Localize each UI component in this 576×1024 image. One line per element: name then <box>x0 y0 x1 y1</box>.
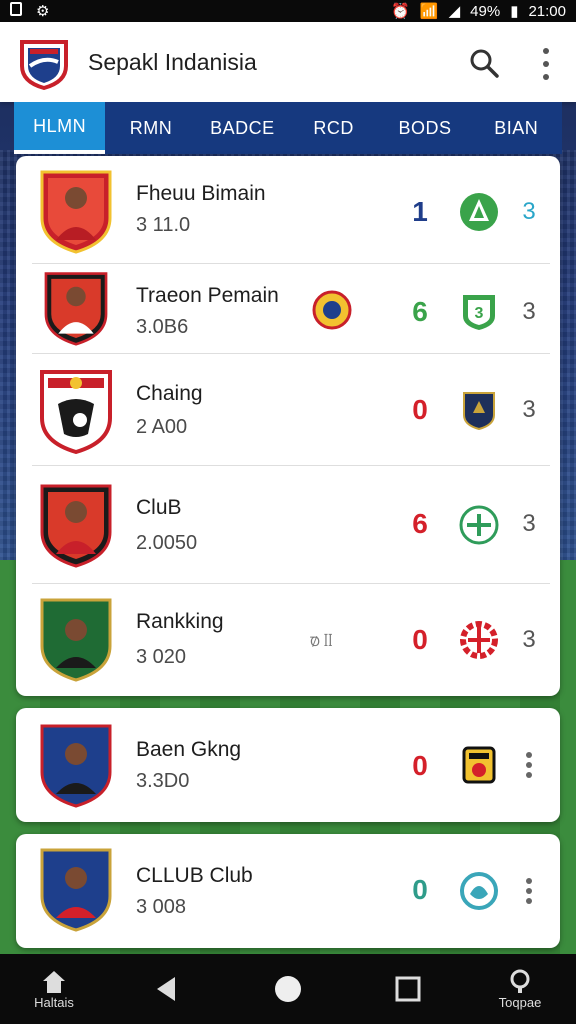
player-crest-icon <box>40 724 112 808</box>
player-stat: 3 11.0 <box>136 214 191 236</box>
player-score: 0 <box>412 624 428 655</box>
tab-bar: HLMN RMN BADCE RCD BODS BIAN <box>14 102 562 154</box>
player-crest-icon <box>40 170 112 254</box>
player-stat: 2 A00 <box>136 416 188 438</box>
nav-profile-label: Toqpae <box>498 994 542 1010</box>
player-rank: 3 <box>522 510 536 537</box>
player-stat: 3.0B6 <box>136 316 189 338</box>
player-stat: 2.0050 <box>136 532 198 554</box>
player-name: Chaing <box>136 382 203 405</box>
battery-icon: ▮ <box>510 3 519 20</box>
tab-bods[interactable]: BODS <box>379 102 470 154</box>
player-card[interactable]: CLLUB Club 3 008 0 <box>16 834 560 948</box>
back-icon <box>157 977 175 1001</box>
player-crest-icon <box>40 370 112 454</box>
player-rank: 3 <box>522 626 536 653</box>
player-crest-icon <box>44 272 108 346</box>
nav-profile[interactable]: Toqpae <box>490 954 550 1024</box>
circle-home-icon <box>275 976 301 1002</box>
notification-icon: ⚙ <box>36 3 50 20</box>
player-score: 0 <box>412 750 428 781</box>
alarm-icon: ⏰ <box>391 3 410 20</box>
player-stat: 3 020 <box>136 646 187 668</box>
app-logo-icon <box>20 40 68 90</box>
recents-icon <box>395 976 421 1002</box>
nav-recents[interactable] <box>388 954 428 1024</box>
player-rank: 3 <box>522 396 536 423</box>
player-crest-icon <box>40 484 112 568</box>
tab-bian[interactable]: BIAN <box>471 102 562 154</box>
player-card[interactable]: Baen Gkng 3.3D0 0 <box>16 708 560 822</box>
player-score: 0 <box>412 394 428 425</box>
player-rank: 3 <box>522 298 536 325</box>
player-name: Fheuu Bimain <box>136 182 266 205</box>
green-hazard-badge-icon <box>460 193 498 231</box>
list-item[interactable]: Chaing 2 A00 0 3 <box>16 354 560 466</box>
player-name: Rankking <box>136 610 224 633</box>
player-rank: 3 <box>522 198 536 225</box>
teal-crest-badge-icon <box>460 872 498 910</box>
green-shield-badge-icon: 3 <box>463 295 495 330</box>
nav-back[interactable] <box>146 954 186 1024</box>
red-gear-badge-icon <box>460 621 498 659</box>
player-crest-icon <box>40 848 112 932</box>
tab-hlmn[interactable]: HLMN <box>14 102 106 154</box>
app-bar: Sepakl Indanisia <box>0 22 576 102</box>
nav-home[interactable]: Haltais <box>24 954 84 1024</box>
location-pin-icon <box>510 969 530 993</box>
tab-rcd[interactable]: RCD <box>288 102 379 154</box>
list-item[interactable]: Fheuu Bimain 3 11.0 1 3 <box>16 156 560 264</box>
tab-rmn[interactable]: RMN <box>105 102 196 154</box>
svg-text:3: 3 <box>475 305 484 322</box>
black-yellow-badge-icon <box>462 746 496 784</box>
player-score: 1 <box>412 196 428 227</box>
player-crest-icon <box>40 598 112 682</box>
player-name: Baen Gkng <box>136 738 242 761</box>
app-title: Sepakl Indanisia <box>88 49 257 75</box>
navy-gold-shield-icon <box>463 392 495 431</box>
list-item[interactable]: Traeon Pemain 3.0B6 6 3 3 <box>16 264 560 354</box>
battery-text: 49% <box>470 2 501 20</box>
row-menu-icon[interactable] <box>524 878 534 904</box>
signal-icon: ◢ <box>448 3 461 20</box>
player-score: 0 <box>412 874 428 905</box>
clock: 21:00 <box>528 2 566 20</box>
nav-home-button[interactable] <box>268 954 308 1024</box>
search-icon[interactable] <box>467 46 501 80</box>
player-stat: 3.3D0 <box>136 770 190 792</box>
mini-label: Ꝺ̸ ꟾꟾ <box>310 634 333 649</box>
wifi-icon: 📶 <box>419 3 439 20</box>
overflow-menu-icon[interactable] <box>534 48 558 80</box>
list-item[interactable]: CluB 2.0050 6 3 <box>16 466 560 584</box>
home-icon <box>43 970 65 993</box>
club-emblem-icon <box>312 290 352 330</box>
tab-badce[interactable]: BADCE <box>197 102 288 154</box>
player-stat: 3 008 <box>136 896 187 918</box>
player-name: CLLUB Club <box>136 864 253 887</box>
list-item[interactable]: Rankking 3 020 Ꝺ̸ ꟾꟾ 0 3 <box>16 584 560 696</box>
row-menu-icon[interactable] <box>524 752 534 778</box>
player-list-card: Fheuu Bimain 3 11.0 1 3 Traeon Pemain 3.… <box>16 156 560 696</box>
gallery-icon <box>10 2 22 16</box>
player-name: Traeon Pemain <box>136 284 279 307</box>
nav-home-label: Haltais <box>34 994 74 1010</box>
player-name: CluB <box>136 496 182 519</box>
status-bar: ⚙ ⏰ 📶 ◢ 49% ▮ 21:00 <box>0 0 576 22</box>
player-score: 6 <box>412 508 428 539</box>
player-score: 6 <box>412 296 428 327</box>
bottom-navigation: Haltais Toqpae <box>0 954 576 1024</box>
green-circle-badge-icon <box>459 505 499 545</box>
